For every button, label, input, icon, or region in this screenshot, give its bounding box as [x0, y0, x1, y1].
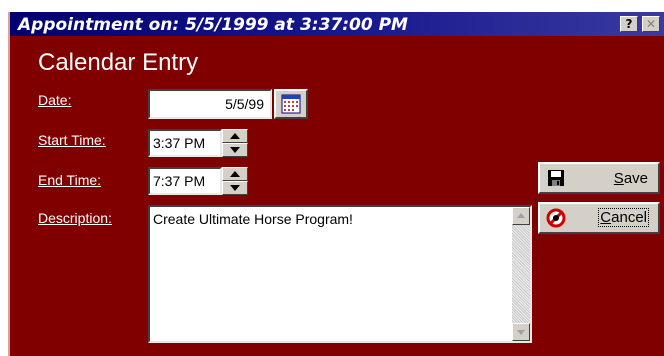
calendar-button[interactable] — [274, 89, 308, 119]
arrow-down-icon — [230, 185, 240, 191]
scroll-down-button[interactable] — [512, 323, 530, 341]
appointment-window: Appointment on: 5/5/1999 at 3:37:00 PM ?… — [8, 12, 664, 356]
start-time-field[interactable]: 3:37 PM — [148, 129, 222, 157]
description-label: Description: — [38, 210, 112, 226]
date-label: Date: — [38, 92, 72, 108]
scroll-down-arrow-icon — [517, 330, 525, 335]
end-time-down-button[interactable] — [222, 181, 248, 195]
scroll-up-button[interactable] — [512, 207, 530, 225]
start-time-down-button[interactable] — [222, 143, 248, 157]
cancel-accelerator: C — [600, 209, 612, 226]
end-time-value: 7:37 PM — [153, 173, 206, 189]
start-time-up-button[interactable] — [222, 129, 248, 143]
end-time-spinner[interactable] — [222, 167, 248, 195]
save-accelerator: S — [613, 170, 624, 187]
date-value: 5/5/99 — [225, 96, 264, 112]
description-scrollbar[interactable] — [512, 207, 530, 341]
window-title: Appointment on: 5/5/1999 at 3:37:00 PM — [18, 15, 408, 35]
no-sign-icon — [546, 208, 566, 228]
arrow-up-icon — [230, 133, 240, 139]
cancel-label-rest: ancel — [611, 209, 647, 226]
date-field[interactable]: 5/5/99 — [148, 89, 272, 119]
start-time-label: Start Time: — [38, 132, 106, 148]
description-value: Create Ultimate Horse Program! — [153, 211, 353, 227]
start-time-spinner[interactable] — [222, 129, 248, 157]
end-time-up-button[interactable] — [222, 167, 248, 181]
start-time-value: 3:37 PM — [153, 135, 206, 151]
arrow-up-icon — [230, 171, 240, 177]
help-button[interactable]: ? — [620, 16, 638, 32]
save-label-rest: ave — [623, 170, 648, 187]
cancel-button[interactable]: Cancel — [538, 202, 660, 234]
cancel-label: Cancel — [598, 208, 649, 227]
close-button[interactable]: ✕ — [642, 16, 660, 32]
arrow-down-icon — [230, 147, 240, 153]
page-title: Calendar Entry — [38, 49, 199, 76]
calendar-icon — [281, 94, 301, 114]
end-time-label: End Time: — [38, 172, 102, 188]
title-bar[interactable]: Appointment on: 5/5/1999 at 3:37:00 PM ?… — [10, 12, 664, 36]
floppy-disk-icon — [548, 170, 564, 186]
save-button[interactable]: Save — [538, 162, 660, 194]
scroll-up-arrow-icon — [517, 213, 525, 218]
save-label: Save — [614, 170, 648, 187]
description-textarea[interactable]: Create Ultimate Horse Program! — [148, 205, 532, 343]
end-time-field[interactable]: 7:37 PM — [148, 167, 222, 195]
